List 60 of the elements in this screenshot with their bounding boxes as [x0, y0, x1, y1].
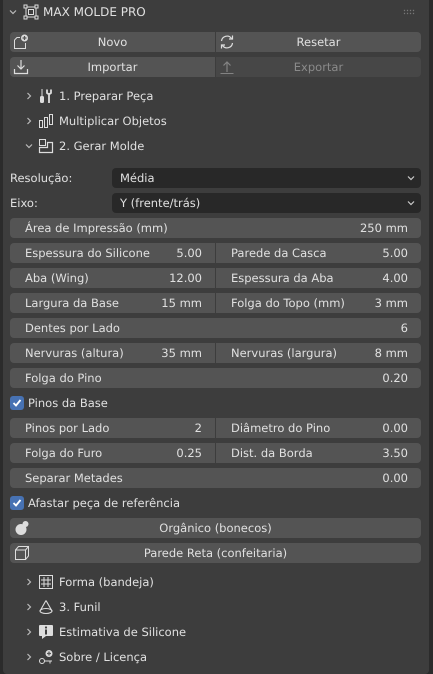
- number-field[interactable]: Dentes por Lado 6: [10, 318, 421, 338]
- new-file-icon: [13, 34, 29, 50]
- subpanel-header[interactable]: 1. Preparar Peça: [3, 83, 154, 108]
- toolbar-button[interactable]: Resetar: [216, 32, 421, 52]
- number-field[interactable]: Dist. da Borda 3.50: [216, 443, 421, 463]
- chevron-icon: [24, 602, 34, 612]
- checkbox-label: Afastar peça de referência: [28, 496, 180, 510]
- blob-icon: [14, 520, 30, 536]
- toolbar-button[interactable]: Novo: [10, 32, 215, 52]
- chevron-icon: [24, 116, 34, 126]
- caret-icon: [407, 199, 415, 207]
- mold-icon: [38, 138, 54, 154]
- caret-icon: [407, 174, 415, 182]
- drag-handle-icon[interactable]: [403, 9, 415, 15]
- number-field[interactable]: Folga do Topo (mm) 3 mm: [216, 293, 421, 313]
- bars-icon: [38, 112, 54, 128]
- subpanel-header[interactable]: 3. Funil: [3, 594, 101, 619]
- number-field[interactable]: Nervuras (altura) 35 mm: [10, 343, 215, 363]
- action-button[interactable]: Orgânico (bonecos): [10, 518, 421, 538]
- number-field[interactable]: Pinos por Lado 2: [10, 418, 215, 438]
- subpanel-header[interactable]: 2. Gerar Molde: [3, 133, 144, 158]
- subpanel-header[interactable]: Sobre / Licença: [3, 644, 148, 669]
- download-icon: [13, 59, 29, 75]
- number-field[interactable]: Aba (Wing) 12.00: [10, 268, 215, 288]
- number-field[interactable]: Parede da Casca 5.00: [216, 243, 421, 263]
- key-icon: [38, 648, 54, 664]
- toolbar-button[interactable]: Importar: [10, 57, 215, 77]
- chevron-icon: [24, 90, 34, 100]
- grid-icon: [38, 574, 54, 590]
- subpanel-header[interactable]: Multiplicar Objetos: [3, 108, 167, 133]
- checkbox[interactable]: [10, 496, 24, 510]
- number-field[interactable]: Espessura da Aba 4.00: [216, 268, 421, 288]
- upload-icon: [219, 59, 235, 75]
- number-field[interactable]: Folga do Pino 0.20: [10, 368, 421, 388]
- chevron-icon: [24, 652, 34, 662]
- refresh-icon: [219, 34, 235, 50]
- number-field[interactable]: Separar Metades 0.00: [10, 468, 421, 488]
- number-field[interactable]: Espessura do Silicone 5.00: [10, 243, 215, 263]
- checkbox[interactable]: [10, 396, 24, 410]
- number-field[interactable]: Diâmetro do Pino 0.00: [216, 418, 421, 438]
- dropdown[interactable]: Y (frente/trás): [112, 193, 421, 213]
- field-label: Eixo:: [10, 196, 39, 210]
- number-field[interactable]: Folga do Furo 0.25: [10, 443, 215, 463]
- number-field[interactable]: Largura da Base 15 mm: [10, 293, 215, 313]
- info-icon: [38, 624, 54, 640]
- chevron-icon: [24, 626, 34, 636]
- checkbox-label: Pinos da Base: [28, 396, 108, 410]
- frame-icon: [23, 4, 39, 20]
- cube-icon: [14, 545, 30, 561]
- subpanel-header[interactable]: Forma (bandeja): [3, 569, 154, 594]
- field-label: Resolução:: [10, 171, 74, 185]
- cone-icon: [38, 598, 54, 614]
- panel-title: MAX MOLDE PRO: [43, 5, 147, 19]
- dropdown[interactable]: Média: [112, 168, 421, 188]
- number-field[interactable]: Nervuras (largura) 8 mm: [216, 343, 421, 363]
- action-button[interactable]: Parede Reta (confeitaria): [10, 543, 421, 563]
- chevron-icon: [24, 576, 34, 586]
- tools-icon: [38, 88, 54, 104]
- subpanel-header[interactable]: Estimativa de Silicone: [3, 619, 186, 644]
- number-field[interactable]: Área de Impressão (mm) 250 mm: [10, 218, 421, 238]
